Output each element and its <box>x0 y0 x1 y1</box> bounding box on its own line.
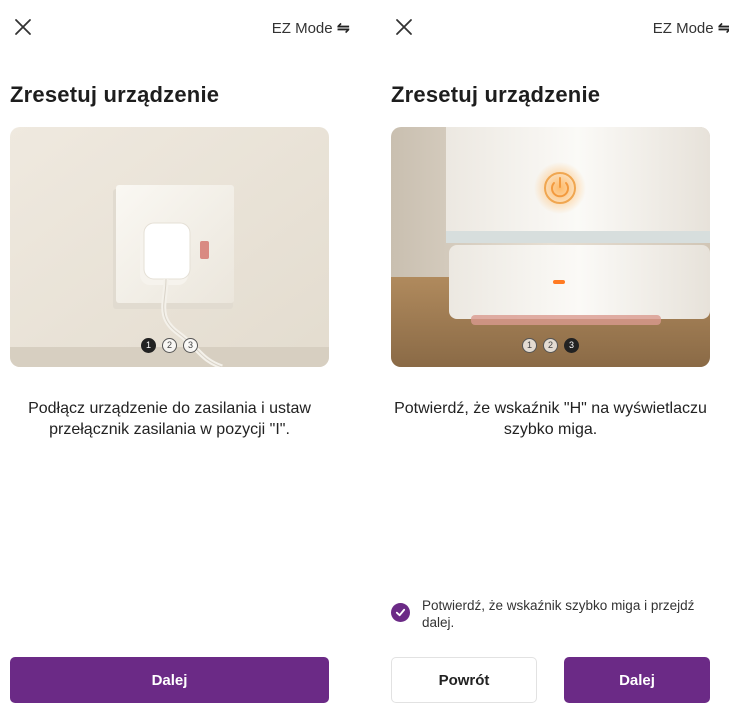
step-indicator: 1 2 3 <box>10 338 329 353</box>
next-button[interactable]: Dalej <box>10 657 329 703</box>
step-dot: 2 <box>162 338 177 353</box>
confirm-blinking-checkbox[interactable]: Potwierdź, że wskaźnik szybko miga i prz… <box>391 597 710 631</box>
step-dot: 3 <box>183 338 198 353</box>
back-button[interactable]: Powrót <box>391 657 537 703</box>
page-title: Zresetuj urządzenie <box>10 82 220 107</box>
checkmark-icon[interactable] <box>391 603 410 622</box>
step-dot: 3 <box>564 338 579 353</box>
confirm-label: Potwierdź, że wskaźnik szybko miga i prz… <box>422 598 695 630</box>
step-description: Podłącz urządzenie do zasilania i ustaw … <box>28 400 311 438</box>
page-title: Zresetuj urządzenie <box>391 82 601 107</box>
close-icon[interactable] <box>12 16 34 38</box>
step-indicator: 1 2 3 <box>391 338 710 353</box>
swap-icon: ⇋ <box>336 20 350 37</box>
mode-label: EZ Mode <box>271 19 333 37</box>
ez-mode-switch[interactable]: EZ Mode ⇋ <box>653 18 729 38</box>
ez-mode-switch[interactable]: EZ Mode ⇋ <box>272 18 350 38</box>
step-dot: 2 <box>543 338 558 353</box>
wall-socket-plug-photo: 1 2 3 <box>10 127 329 367</box>
close-icon[interactable] <box>393 16 415 38</box>
step-description: Potwierdź, że wskaźnik "H" na wyświetlac… <box>394 400 707 438</box>
reset-device-screen-step-3: EZ Mode ⇋ Zresetuj urządzenie 1 2 3 Potw… <box>391 0 729 704</box>
step-dot: 1 <box>522 338 537 353</box>
mode-label: EZ Mode <box>652 19 714 37</box>
device-power-indicator-photo: 1 2 3 <box>391 127 710 367</box>
next-button[interactable]: Dalej <box>564 657 710 703</box>
swap-icon: ⇋ <box>717 20 729 37</box>
step-dot: 1 <box>141 338 156 353</box>
reset-device-screen-step-1: EZ Mode ⇋ Zresetuj urządzenie 1 2 3 Podł… <box>10 0 350 704</box>
